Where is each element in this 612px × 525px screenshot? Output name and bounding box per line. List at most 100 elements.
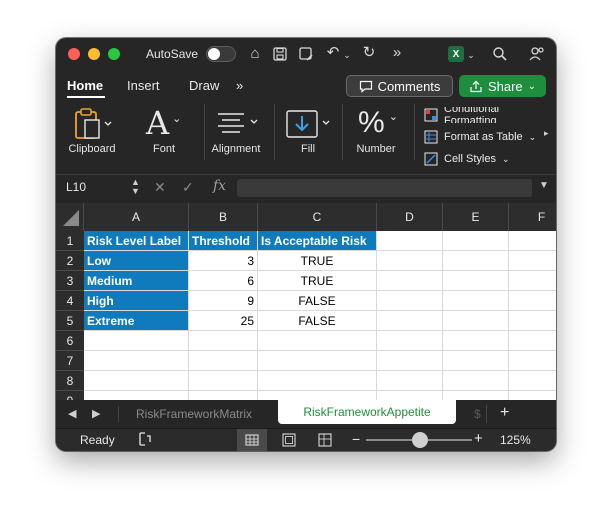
cell-b8[interactable] [189,371,258,391]
minimize-window-button[interactable] [88,48,100,60]
cell-c2[interactable]: TRUE [258,251,377,271]
save-icon[interactable] [272,46,290,62]
cell-a3[interactable]: Medium [84,271,189,291]
clipboard-icon[interactable] [74,108,114,142]
share-button[interactable]: Share ⌄ [459,75,546,97]
close-window-button[interactable] [68,48,80,60]
cell-e7[interactable] [443,351,509,371]
cell-b2[interactable]: 3 [189,251,258,271]
format-as-table-button[interactable]: Format as Table ⌄ [424,129,550,145]
cell-f5[interactable] [509,311,556,331]
cell-b9[interactable] [189,391,258,400]
cell-c8[interactable] [258,371,377,391]
cell-c9[interactable] [258,391,377,400]
cell-b7[interactable] [189,351,258,371]
redo-icon[interactable]: ↻ [360,45,378,61]
cell-b5[interactable]: 25 [189,311,258,331]
formula-expand-icon[interactable]: ▼ [539,180,549,191]
normal-view-button[interactable] [237,429,267,451]
cell-d3[interactable] [377,271,443,291]
row-header-4[interactable]: 4 [56,291,84,311]
cell-b3[interactable]: 6 [189,271,258,291]
cell-b4[interactable]: 9 [189,291,258,311]
cell-c4[interactable]: FALSE [258,291,377,311]
cell-f3[interactable] [509,271,556,291]
column-header-a[interactable]: A [84,203,189,231]
column-header-f[interactable]: F [509,203,556,231]
cell-a8[interactable] [84,371,189,391]
cell-a6[interactable] [84,331,189,351]
formula-input[interactable] [237,179,532,197]
next-sheet-icon[interactable]: ▶ [92,407,100,420]
cell-e5[interactable] [443,311,509,331]
zoom-slider-thumb[interactable] [412,432,428,448]
fill-icon[interactable] [286,108,332,140]
row-header-2[interactable]: 2 [56,251,84,271]
ribbon-scroll-right-icon[interactable]: ▸ [544,128,556,144]
cell-b6[interactable] [189,331,258,351]
sheet-tab-overflow[interactable]: $ [474,407,481,421]
zoom-level[interactable]: 125% [500,433,531,447]
search-icon[interactable] [492,46,508,62]
font-icon[interactable]: A ⌄ [146,106,186,140]
maximize-window-button[interactable] [108,48,120,60]
cell-e3[interactable] [443,271,509,291]
cell-f8[interactable] [509,371,556,391]
row-header-8[interactable]: 8 [56,371,84,391]
cell-d8[interactable] [377,371,443,391]
cell-d5[interactable] [377,311,443,331]
alignment-icon[interactable] [216,110,262,140]
row-header-9[interactable]: 9 [56,391,84,400]
row-header-1[interactable]: 1 [56,231,84,251]
cell-e1[interactable] [443,231,509,251]
tab-insert[interactable]: Insert [127,78,160,93]
cell-d9[interactable] [377,391,443,400]
cell-c3[interactable]: TRUE [258,271,377,291]
tab-home[interactable]: Home [67,78,103,93]
cell-f1[interactable] [509,231,556,251]
column-header-d[interactable]: D [377,203,443,231]
cell-f4[interactable] [509,291,556,311]
cell-c7[interactable] [258,351,377,371]
previous-sheet-icon[interactable]: ◀ [68,407,76,420]
cancel-entry-icon[interactable]: ✕ [154,179,166,196]
add-sheet-icon[interactable]: + [500,404,509,422]
sheet-tab-riskframeworkmatrix[interactable]: RiskFrameworkMatrix [136,407,252,421]
row-header-7[interactable]: 7 [56,351,84,371]
cell-c1[interactable]: Is Acceptable Risk [258,231,377,251]
save-as-icon[interactable] [298,46,316,62]
cell-b1[interactable]: Threshold [189,231,258,251]
zoom-out-icon[interactable]: − [352,431,360,447]
conditional-formatting-button[interactable]: Conditional Formatting [424,107,550,123]
cell-a9[interactable] [84,391,189,400]
cell-f7[interactable] [509,351,556,371]
name-box[interactable]: L10 [66,180,86,194]
cell-e9[interactable] [443,391,509,400]
home-icon[interactable]: ⌂ [246,46,264,62]
app-menu-chevron-icon[interactable]: ⌄ [466,47,476,63]
column-header-c[interactable]: C [258,203,377,231]
undo-icon[interactable]: ↶ [324,45,342,61]
cell-d2[interactable] [377,251,443,271]
accessibility-icon[interactable] [138,432,152,446]
cell-d6[interactable] [377,331,443,351]
cell-a1[interactable]: Risk Level Label [84,231,189,251]
cell-f6[interactable] [509,331,556,351]
column-header-b[interactable]: B [189,203,258,231]
autosave-toggle[interactable] [206,46,236,62]
zoom-in-icon[interactable]: + [474,430,483,447]
cell-a2[interactable]: Low [84,251,189,271]
cell-a7[interactable] [84,351,189,371]
row-header-5[interactable]: 5 [56,311,84,331]
spreadsheet-grid[interactable]: A B C D E F 1 2 3 4 5 6 7 8 9 Risk Level… [56,203,556,400]
tab-draw[interactable]: Draw [189,78,219,93]
cell-c6[interactable] [258,331,377,351]
insert-function-icon[interactable]: fx [213,178,226,194]
more-commands-icon[interactable]: » [388,45,406,61]
page-layout-view-icon[interactable] [282,433,296,447]
cell-e2[interactable] [443,251,509,271]
comments-button[interactable]: Comments [346,75,453,97]
cell-d4[interactable] [377,291,443,311]
select-all-corner[interactable] [56,203,84,231]
cell-a4[interactable]: High [84,291,189,311]
